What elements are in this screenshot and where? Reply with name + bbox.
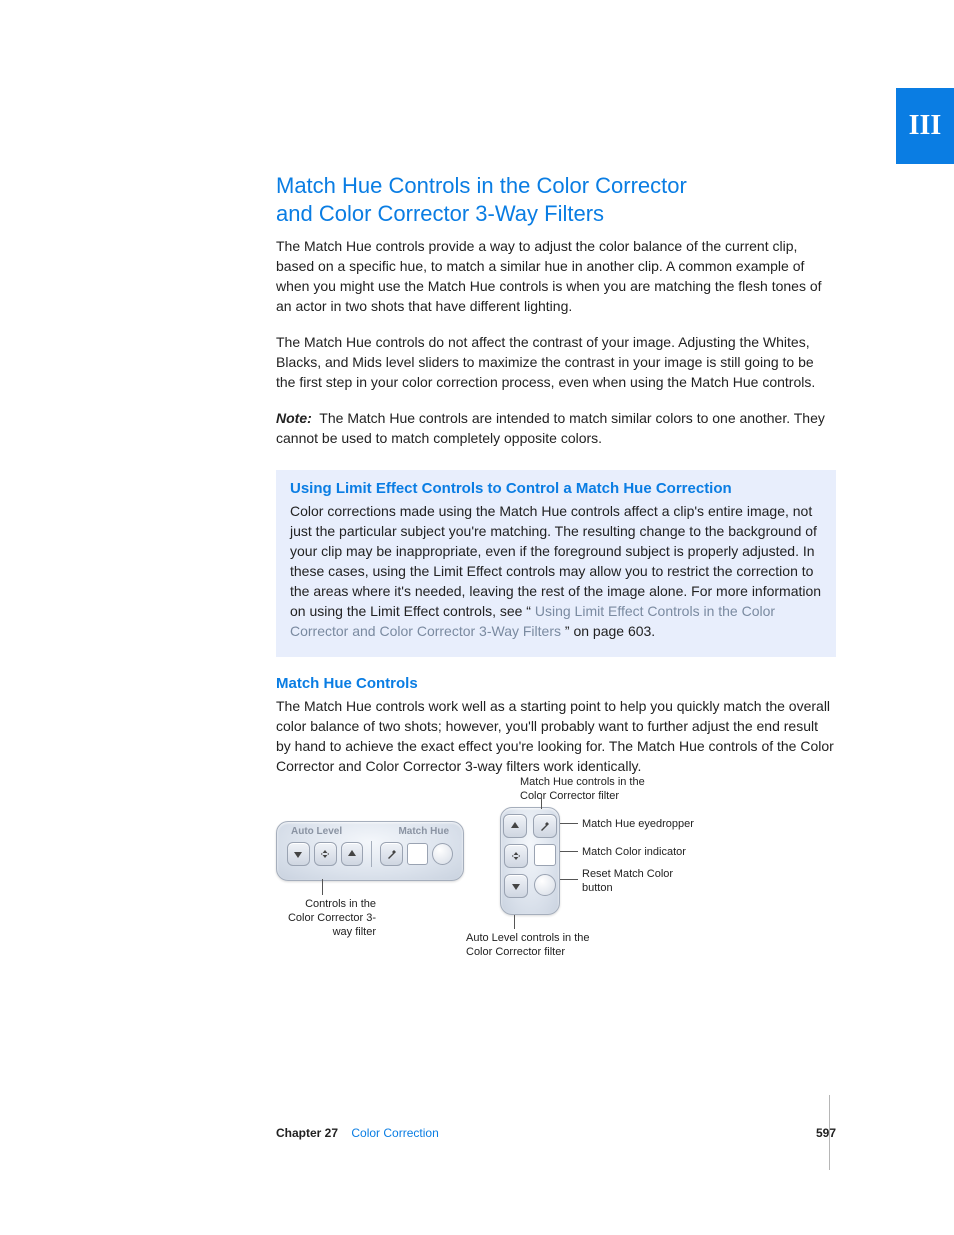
panel-label: Auto Level bbox=[291, 826, 342, 837]
caption: Auto Level controls in the Color Correct… bbox=[466, 931, 616, 959]
leader-line bbox=[541, 795, 542, 809]
figure: Match Hue controls in the Color Correcto… bbox=[276, 783, 836, 1003]
callout-box: Using Limit Effect Controls to Control a… bbox=[276, 470, 836, 657]
page: III Match Hue Controls in the Color Corr… bbox=[0, 0, 954, 1235]
paragraph: The Match Hue controls work well as a st… bbox=[276, 696, 836, 776]
part-tab: III bbox=[896, 88, 954, 164]
subsection-title: Using Limit Effect Controls to Control a… bbox=[290, 480, 822, 497]
part-number: III bbox=[909, 110, 942, 142]
auto-white-button[interactable] bbox=[503, 814, 527, 838]
auto-contrast-button[interactable] bbox=[504, 844, 528, 868]
caption: Match Color indicator bbox=[582, 845, 686, 859]
leader-line bbox=[322, 879, 323, 895]
chapter-title: Color Correction bbox=[351, 1126, 438, 1140]
content-column: Match Hue Controls in the Color Correcto… bbox=[276, 172, 836, 792]
leader-line bbox=[560, 851, 578, 852]
chapter-label: Chapter 27 bbox=[276, 1126, 338, 1140]
paragraph: The Match Hue controls do not affect the… bbox=[276, 332, 836, 392]
caption: Match Hue controls in the Color Correcto… bbox=[520, 775, 650, 803]
eyedropper-button[interactable] bbox=[380, 842, 403, 866]
note-paragraph: Note: The Match Hue controls are intende… bbox=[276, 408, 836, 448]
section-title: Match Hue Controls in the Color Correcto… bbox=[276, 172, 836, 228]
caption: Match Hue eyedropper bbox=[582, 817, 694, 831]
match-color-swatch[interactable] bbox=[534, 844, 556, 866]
color-corrector-panel bbox=[500, 807, 560, 915]
match-color-swatch[interactable] bbox=[407, 843, 428, 865]
reset-match-button[interactable] bbox=[432, 843, 453, 865]
color-corrector-3way-panel: Auto Level Match Hue bbox=[276, 821, 464, 881]
reset-match-button[interactable] bbox=[534, 874, 556, 896]
footer: Chapter 27 Color Correction 597 bbox=[276, 1126, 836, 1140]
panel-label: Match Hue bbox=[398, 826, 449, 837]
leader-line bbox=[560, 823, 578, 824]
page-number: 597 bbox=[816, 1126, 836, 1140]
paragraph: The Match Hue controls provide a way to … bbox=[276, 236, 836, 316]
caption: Controls in the Color Corrector 3-way fi… bbox=[276, 897, 376, 939]
leader-line bbox=[514, 915, 515, 929]
caption: Reset Match Color button bbox=[582, 867, 692, 895]
auto-white-button[interactable] bbox=[341, 842, 364, 866]
leader-line bbox=[560, 879, 578, 880]
subsection-title: Match Hue Controls bbox=[276, 675, 836, 692]
note-label: Note: bbox=[276, 410, 312, 426]
eyedropper-button[interactable] bbox=[533, 814, 557, 838]
paragraph: Color corrections made using the Match H… bbox=[290, 501, 822, 641]
separator bbox=[371, 841, 372, 867]
auto-contrast-button[interactable] bbox=[314, 842, 337, 866]
auto-black-button[interactable] bbox=[504, 874, 528, 898]
auto-black-button[interactable] bbox=[287, 842, 310, 866]
